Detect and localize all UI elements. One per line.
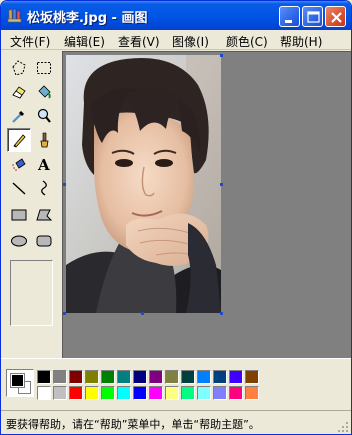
palette-swatch[interactable] xyxy=(245,370,259,384)
tool-ellipse[interactable] xyxy=(7,229,31,253)
resize-handle-bottom[interactable] xyxy=(141,312,144,315)
palette-swatch[interactable] xyxy=(229,370,243,384)
resize-handle-right[interactable] xyxy=(220,183,223,186)
tool-magnifier[interactable] xyxy=(32,104,56,128)
menu-edit[interactable]: 编辑(E) xyxy=(64,33,105,50)
menu-bar: 文件(F) 编辑(E) 查看(V) 图像(I) 颜色(C) 帮助(H) xyxy=(1,30,351,50)
color-picker-icon xyxy=(12,110,25,123)
tool-airbrush[interactable] xyxy=(7,152,31,176)
palette-swatch[interactable] xyxy=(85,370,99,384)
menu-help[interactable]: 帮助(H) xyxy=(280,33,322,50)
palette-swatch[interactable] xyxy=(53,386,67,400)
resize-handle-top-right[interactable] xyxy=(220,54,223,57)
svg-text:A: A xyxy=(37,156,50,173)
foreground-color[interactable] xyxy=(10,373,25,388)
free-select-icon xyxy=(12,60,26,76)
rounded-rect-icon xyxy=(36,235,52,247)
menu-image[interactable]: 图像(I) xyxy=(172,33,209,50)
palette-swatch[interactable] xyxy=(37,386,51,400)
palette-swatch[interactable] xyxy=(213,370,227,384)
palette-swatch[interactable] xyxy=(69,370,83,384)
palette-swatch[interactable] xyxy=(197,370,211,384)
palette-swatch[interactable] xyxy=(133,386,147,400)
polygon-icon xyxy=(36,209,53,221)
tool-rounded-rect[interactable] xyxy=(32,229,56,253)
palette-swatch[interactable] xyxy=(245,386,259,400)
palette-swatch[interactable] xyxy=(37,370,51,384)
palette-swatch[interactable] xyxy=(133,370,147,384)
tool-curve[interactable] xyxy=(32,176,56,200)
palette-swatch[interactable] xyxy=(69,386,83,400)
palette-swatch[interactable] xyxy=(117,370,131,384)
rectangle-icon xyxy=(11,209,27,221)
tool-eraser[interactable] xyxy=(7,80,31,104)
color-palette xyxy=(1,358,351,408)
tool-color-picker[interactable] xyxy=(7,104,31,128)
palette-swatch[interactable] xyxy=(101,386,115,400)
palette-swatch[interactable] xyxy=(101,370,115,384)
tool-line[interactable] xyxy=(7,176,31,200)
palette-swatch[interactable] xyxy=(85,386,99,400)
close-button[interactable] xyxy=(325,6,346,27)
tool-rectangle[interactable] xyxy=(7,203,31,227)
palette-swatch[interactable] xyxy=(149,370,163,384)
text-icon: A xyxy=(37,156,50,173)
window-title: 松坂桃李.jpg - 画图 xyxy=(27,11,148,26)
palette-swatch[interactable] xyxy=(53,370,67,384)
portrait-photo xyxy=(66,55,221,313)
maximize-icon xyxy=(307,11,320,23)
paint-app-icon xyxy=(7,8,22,23)
pencil-icon xyxy=(13,134,26,148)
palette-swatch[interactable] xyxy=(181,386,195,400)
palette-swatch[interactable] xyxy=(117,386,131,400)
status-bar: 要获得帮助，请在“帮助”菜单中，单击“帮助主题”。 xyxy=(1,410,351,434)
tool-options-panel[interactable] xyxy=(10,260,53,326)
close-icon xyxy=(331,12,342,23)
line-icon xyxy=(12,182,26,195)
fill-bucket-icon xyxy=(38,85,51,99)
tool-polygon[interactable] xyxy=(32,203,56,227)
minimize-icon xyxy=(285,20,292,23)
maximize-button[interactable] xyxy=(302,6,323,27)
tool-pencil[interactable] xyxy=(7,128,31,152)
menu-view[interactable]: 查看(V) xyxy=(118,33,160,50)
minimize-button[interactable] xyxy=(279,6,300,27)
menu-colors[interactable]: 颜色(C) xyxy=(226,33,268,50)
palette-swatch[interactable] xyxy=(165,386,179,400)
tool-text[interactable]: A xyxy=(32,152,56,176)
magnifier-icon xyxy=(37,108,51,123)
paint-window: 松坂桃李.jpg - 画图 文件(F) 编辑(E) 查看(V) 图像(I) 颜色… xyxy=(0,0,352,435)
title-bar[interactable]: 松坂桃李.jpg - 画图 xyxy=(1,1,351,30)
palette-swatch[interactable] xyxy=(229,386,243,400)
tool-brush[interactable] xyxy=(32,128,56,152)
tool-free-select[interactable] xyxy=(7,56,31,80)
curve-icon xyxy=(41,180,47,196)
tool-fill[interactable] xyxy=(32,80,56,104)
menu-file[interactable]: 文件(F) xyxy=(10,33,50,50)
status-text: 要获得帮助，请在“帮助”菜单中，单击“帮助主题”。 xyxy=(6,418,260,431)
palette-swatch[interactable] xyxy=(181,370,195,384)
canvas-area[interactable] xyxy=(62,51,351,358)
resize-handle-left[interactable] xyxy=(63,183,66,186)
brush-icon xyxy=(40,132,49,148)
rect-select-icon xyxy=(37,62,51,74)
resize-grip-icon[interactable] xyxy=(337,421,349,433)
palette-swatch[interactable] xyxy=(213,386,227,400)
palette-swatch[interactable] xyxy=(197,386,211,400)
resize-handle-bottom-left[interactable] xyxy=(63,312,66,315)
canvas-image[interactable] xyxy=(66,55,221,313)
palette-swatch[interactable] xyxy=(165,370,179,384)
toolbox: A xyxy=(1,51,61,358)
palette-swatch[interactable] xyxy=(149,386,163,400)
resize-handle-bottom-right[interactable] xyxy=(220,312,223,315)
airbrush-icon xyxy=(12,158,26,171)
current-colors[interactable] xyxy=(6,369,34,397)
eraser-icon xyxy=(12,86,26,99)
tool-rect-select[interactable] xyxy=(32,56,56,80)
ellipse-icon xyxy=(11,235,27,247)
